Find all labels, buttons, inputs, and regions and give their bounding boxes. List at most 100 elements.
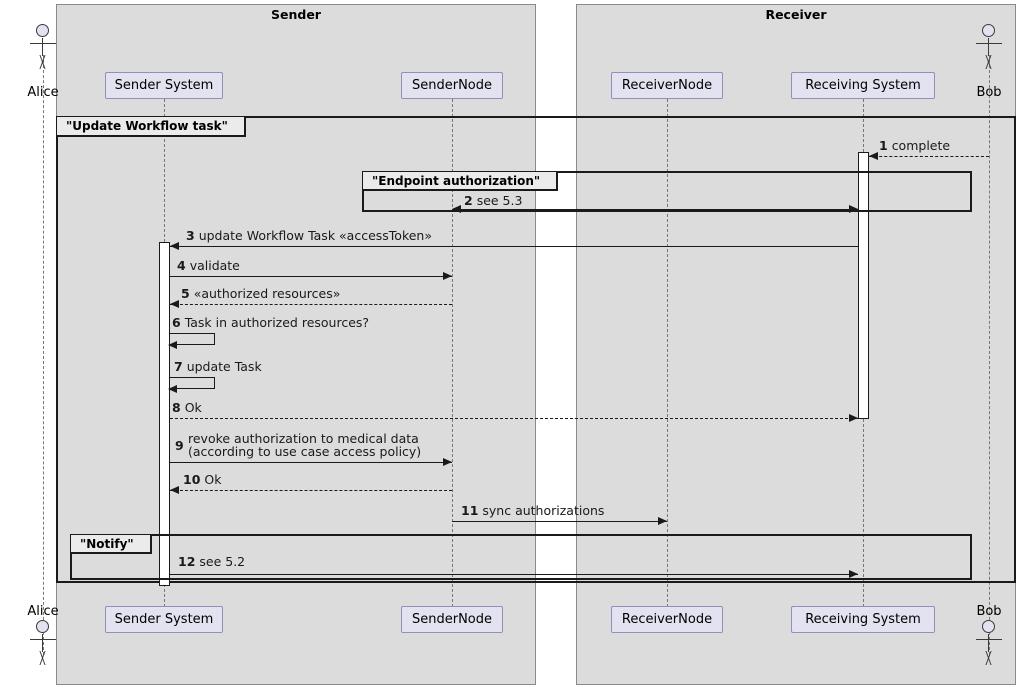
actor-leg-right-icon [985,651,1001,665]
fragment-label-text: "Notify" [80,536,134,551]
actor-body-icon [988,634,989,652]
fragment-label-update-workflow-task: "Update Workflow task" [57,117,246,137]
message-1-line [869,156,989,157]
participant-label: ReceiverNode [621,78,713,93]
message-11-label: 11 sync authorizations [461,504,604,517]
actor-arms-icon [976,639,1002,640]
participant-sender-node-top[interactable]: SenderNode [401,72,503,99]
message-6-text: Task in authorized resources? [184,315,370,330]
message-3-arrowhead [170,242,179,250]
message-2-line [452,209,858,210]
message-6-arrowhead [168,341,177,349]
message-4-line [170,276,452,277]
actor-label-bob-top: Bob [976,85,1002,100]
message-10-text: Ok [204,472,222,487]
group-title-sender: Sender [271,7,321,22]
participant-label: Receiving System [805,78,921,93]
message-2-arrowhead-left [452,205,461,213]
actor-head-icon [982,620,995,633]
message-11-line [452,521,667,522]
actor-head-icon [982,24,995,37]
message-6-number: 6 [172,315,181,330]
message-5-number: 5 [181,286,190,301]
message-12-line [170,574,858,575]
actor-head-icon [36,24,49,37]
message-9-number: 9 [175,438,184,453]
participant-sender-system-top[interactable]: Sender System [105,72,223,99]
message-5-line [170,304,452,305]
group-title-receiver: Receiver [765,7,827,22]
avatar-alice-top [27,24,59,70]
message-2-label: 2 see 5.3 [464,194,522,207]
actor-head-icon [36,620,49,633]
message-9-number-label: 9 [175,439,184,452]
message-10-line [170,490,452,491]
participant-label: Sender System [114,78,214,93]
message-1-label: 1 complete [879,139,950,152]
message-11-arrowhead [658,517,667,525]
message-7-label: 7 update Task [174,360,262,373]
message-10-label: 10 Ok [183,473,221,486]
avatar-bob-bottom [973,620,1005,666]
actor-body-icon [42,38,43,56]
sequence-diagram-canvas: Sender Receiver Alice Bob Alice Bob Send… [0,0,1020,689]
avatar-bob-top [973,24,1005,70]
message-2-arrowhead-right [849,205,858,213]
actor-body-icon [988,38,989,56]
participant-receiver-node-bottom[interactable]: ReceiverNode [611,606,723,633]
actor-leg-right-icon [985,55,1001,69]
message-12-arrowhead [849,570,858,578]
participant-receiving-system-bottom[interactable]: Receiving System [791,606,935,633]
message-9-label: revoke authorization to medical data (ac… [188,432,421,458]
message-4-arrowhead [443,272,452,280]
participant-sender-system-bottom[interactable]: Sender System [105,606,223,633]
message-3-line [170,246,858,247]
participant-receiver-node-top[interactable]: ReceiverNode [611,72,723,99]
message-3-number: 3 [186,228,195,243]
message-11-text: sync authorizations [482,503,605,518]
lifeline-alice [43,55,44,655]
participant-receiving-system-top[interactable]: Receiving System [791,72,935,99]
actor-label-bob-bottom: Bob [976,604,1002,619]
actor-arms-icon [30,639,56,640]
message-4-number: 4 [177,258,186,273]
message-5-arrowhead [170,300,179,308]
message-7-text: update Task [186,359,262,374]
participant-label: ReceiverNode [621,612,713,627]
message-1-text: complete [891,138,951,153]
participant-label: Receiving System [805,612,921,627]
message-3-label: 3 update Workflow Task «accessToken» [186,229,432,242]
message-12-label: 12 see 5.2 [178,555,245,568]
message-8-label: 8 Ok [172,401,202,414]
message-3-text: update Workflow Task «accessToken» [198,228,433,243]
message-1-arrowhead [869,152,878,160]
actor-label-alice-top: Alice [27,85,59,100]
message-4-text: validate [189,258,240,273]
actor-label-alice-bottom: Alice [27,604,59,619]
message-10-arrowhead [170,486,179,494]
actor-leg-right-icon [39,651,55,665]
message-5-text: «authorized resources» [193,286,341,301]
actor-arms-icon [30,43,56,44]
message-8-number: 8 [172,400,181,415]
fragment-label-endpoint-authorization: "Endpoint authorization" [363,172,559,191]
message-5-label: 5 «authorized resources» [181,287,340,300]
actor-body-icon [42,634,43,652]
message-4-label: 4 validate [177,259,240,272]
participant-label: SenderNode [411,78,492,93]
message-7-arrowhead [168,385,177,393]
message-7-number: 7 [174,359,183,374]
participant-label: Sender System [114,612,214,627]
fragment-label-text: "Endpoint authorization" [372,173,541,188]
avatar-alice-bottom [27,620,59,666]
message-12-number: 12 [178,554,196,569]
message-9-text-line2: (according to use case access policy) [188,444,422,459]
message-2-number: 2 [464,193,473,208]
message-1-number: 1 [879,138,888,153]
message-12-text: see 5.2 [199,554,246,569]
fragment-label-text: "Update Workflow task" [66,119,228,133]
fragment-label-notify: "Notify" [71,535,152,554]
message-11-number: 11 [461,503,479,518]
message-8-text: Ok [184,400,202,415]
participant-sender-node-bottom[interactable]: SenderNode [401,606,503,633]
